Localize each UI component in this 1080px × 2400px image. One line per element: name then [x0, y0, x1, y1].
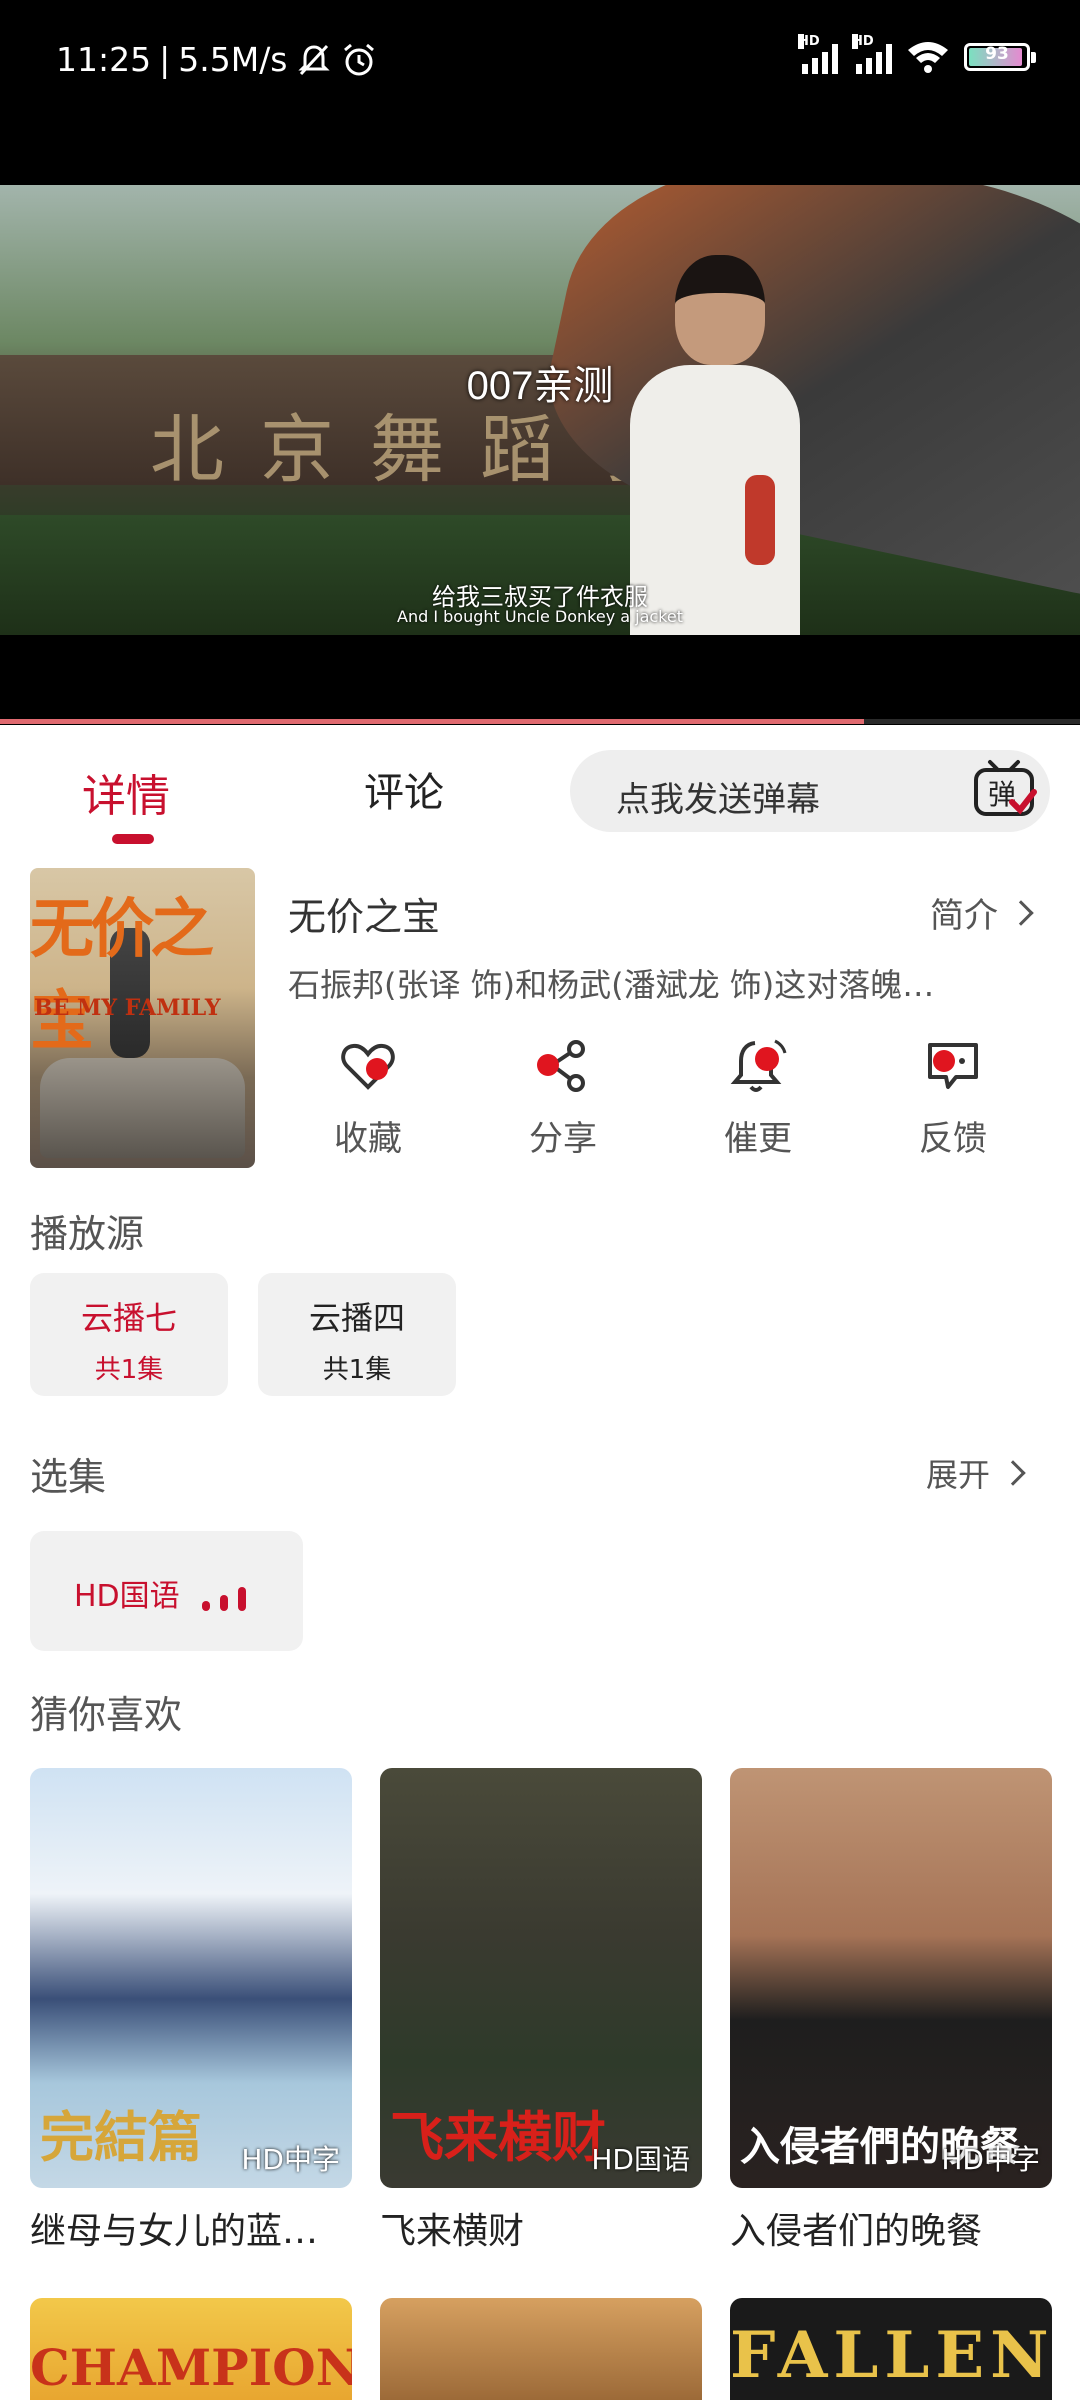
poster-car	[40, 1058, 245, 1158]
recommend-card[interactable]: FALLEN	[730, 2298, 1052, 2400]
recommend-thumbnail: 飞来横财 HD国语	[380, 1768, 702, 2188]
status-time: 11:25	[56, 40, 152, 79]
video-watermark-title: 007亲测	[466, 364, 614, 408]
synopsis-button[interactable]: 简介	[930, 888, 1034, 937]
feedback-label: 反馈	[919, 1119, 987, 1159]
danmu-placeholder: 点我发送弹幕	[616, 780, 820, 820]
favorite-heart-icon	[341, 1043, 395, 1090]
source-name: 云播四	[308, 1299, 405, 1337]
recommend-card[interactable]: CHAMPIONS	[30, 2298, 352, 2400]
battery-icon: 93	[964, 43, 1036, 71]
recommend-title-text: 继母与女儿的蓝…	[30, 2211, 319, 2252]
subtitle-english: And I bought Uncle Donkey a jacket	[397, 607, 683, 626]
feedback-icon	[928, 1043, 978, 1089]
recommend-title-text: 入侵者们的晚餐	[730, 2211, 983, 2252]
chevron-right-icon	[1000, 1460, 1026, 1486]
detail-tabs: 详情 评论 点我发送弹幕 弹	[0, 730, 1080, 850]
tab-comments[interactable]: 评论	[364, 760, 444, 818]
recommend-card[interactable]: 入侵者們的晚餐 HD中字 入侵者们的晚餐	[730, 1768, 1052, 2254]
share-button[interactable]: 分享	[503, 1035, 623, 1160]
playback-progress-fill	[0, 719, 864, 724]
thumbnail-art-text: 完結篇	[40, 2105, 202, 2169]
source-count: 共1集	[322, 1355, 392, 1385]
favorite-label: 收藏	[334, 1119, 402, 1159]
source-name: 云播七	[80, 1299, 177, 1337]
status-bar: 11:25 | 5.5M/s HD HD 93	[0, 0, 1080, 125]
recommend-title: 猜你喜欢	[30, 1693, 183, 1737]
share-label: 分享	[529, 1119, 597, 1159]
signal-hd-icon: HD	[852, 34, 892, 74]
source-chip[interactable]: 云播四 共1集	[258, 1273, 456, 1396]
battery-level: 93	[985, 44, 1009, 64]
status-divider: |	[159, 40, 171, 79]
synopsis-label: 简介	[930, 896, 998, 936]
danmu-toggle-icon[interactable]: 弹	[968, 754, 1040, 826]
poster-title: 无价之宝	[30, 892, 214, 1059]
recommend-card[interactable]: 完結篇 HD中字 继母与女儿的蓝…	[30, 1768, 352, 2254]
favorite-button[interactable]: 收藏	[308, 1035, 428, 1160]
bell-icon	[730, 1039, 787, 1092]
quality-badge: HD中字	[241, 2143, 340, 2176]
source-chip-selected[interactable]: 云播七 共1集	[30, 1273, 228, 1396]
expand-episodes-button[interactable]: 展开	[925, 1450, 1026, 1496]
recommend-card[interactable]: 飞来横财 HD国语 飞来横财	[380, 1768, 702, 2254]
quality-badge: HD中字	[941, 2143, 1040, 2176]
tab-active-indicator	[112, 834, 154, 844]
poster-english-title: BE MY FAMILY	[34, 995, 221, 1021]
recommend-title-text: 飞来横财	[380, 2211, 525, 2252]
movie-poster[interactable]: 无价之宝 BE MY FAMILY	[30, 868, 255, 1168]
share-icon	[537, 1040, 585, 1092]
tab-details[interactable]: 详情	[82, 760, 170, 824]
quality-badge: HD国语	[591, 2143, 690, 2176]
movie-description: 石振邦(张译 饰)和杨武(潘斌龙 饰)这对落魄…	[288, 966, 935, 1004]
expand-label: 展开	[925, 1456, 990, 1494]
playing-equalizer-icon	[202, 1587, 246, 1611]
thumbnail-art-text: CHAMPIONS	[30, 2338, 352, 2397]
sources-title: 播放源	[30, 1212, 145, 1256]
mute-bell-icon	[297, 44, 330, 75]
signal-hd-icon: HD	[798, 34, 838, 74]
recommend-thumbnail: 完結篇 HD中字	[30, 1768, 352, 2188]
episodes-title: 选集	[30, 1455, 107, 1499]
action-bar: 收藏 分享 催更 反馈	[288, 1035, 1068, 1165]
movie-title: 无价之宝	[288, 895, 441, 939]
thumbnail-art-text: 飞来横财	[390, 2105, 606, 2169]
recommend-card[interactable]	[380, 2298, 702, 2400]
urge-update-label: 催更	[724, 1119, 792, 1159]
chevron-right-icon	[1008, 899, 1034, 926]
status-right: HD HD 93	[798, 34, 1036, 74]
alarm-icon	[343, 43, 374, 75]
feedback-button[interactable]: 反馈	[893, 1035, 1013, 1160]
thumbnail-art-text: FALLEN	[730, 2318, 1052, 2393]
video-player[interactable]: 北京舞蹈学院 007亲测 给我三叔买了件衣服 And I bought Uncl…	[0, 125, 1080, 725]
episode-chip-playing[interactable]: HD国语	[30, 1531, 303, 1651]
danmu-input[interactable]: 点我发送弹幕 弹	[570, 750, 1050, 832]
urge-update-button[interactable]: 催更	[698, 1035, 818, 1160]
source-count: 共1集	[94, 1355, 164, 1385]
wifi-icon	[908, 42, 948, 73]
episode-label: HD国语	[74, 1579, 180, 1614]
playback-progress-bar[interactable]	[0, 719, 1080, 724]
status-left: 11:25 | 5.5M/s	[56, 40, 378, 79]
status-speed: 5.5M/s	[178, 40, 288, 79]
recommend-thumbnail: 入侵者們的晚餐 HD中字	[730, 1768, 1052, 2188]
